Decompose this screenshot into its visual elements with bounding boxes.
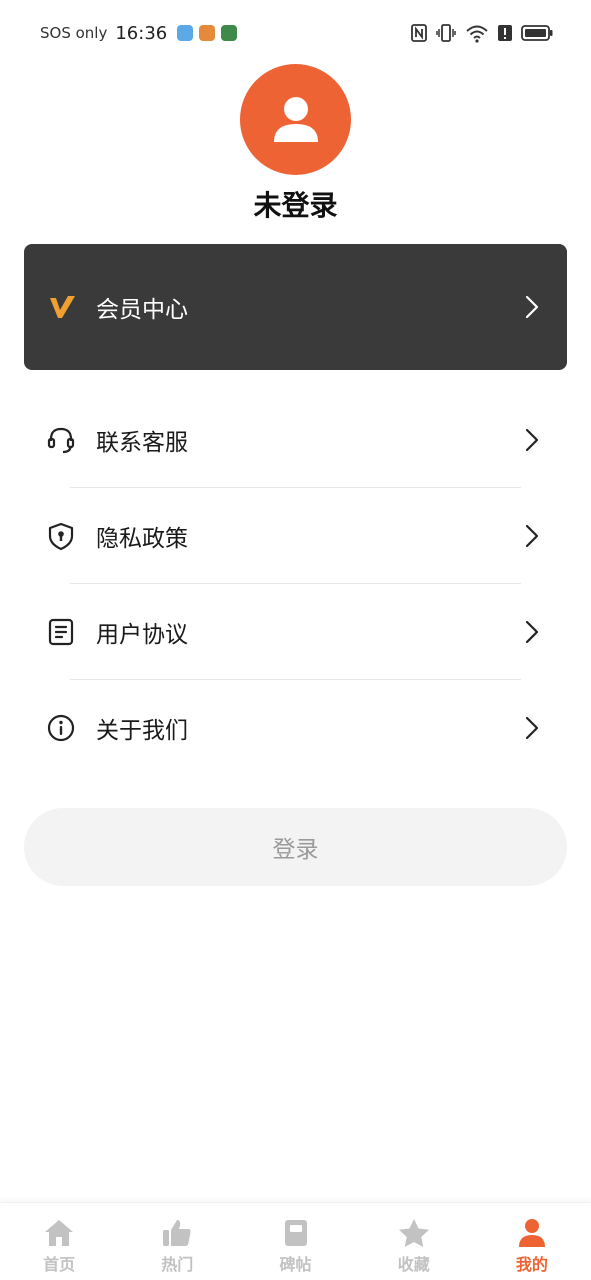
menu-item-customer-service[interactable]: 联系客服 — [0, 392, 591, 488]
login-status[interactable]: 未登录 — [0, 184, 591, 224]
nav-item-mine[interactable]: 我的 — [473, 1203, 591, 1280]
network-status: SOS only — [40, 24, 108, 42]
nav-label: 首页 — [43, 1255, 76, 1274]
person-icon — [515, 1217, 549, 1249]
home-icon — [42, 1217, 76, 1249]
status-time: 16:36 — [115, 22, 168, 44]
battery-icon — [521, 25, 553, 41]
menu-item-label: 用户协议 — [96, 622, 188, 648]
settings-menu: 联系客服 隐私政策 用户协议 关于我们 — [0, 392, 591, 776]
star-icon — [397, 1217, 431, 1249]
bottom-nav: 首页 热门 碑帖 收藏 我的 — [0, 1202, 591, 1280]
info-icon — [46, 713, 76, 743]
status-right — [411, 23, 553, 43]
user-icon — [273, 96, 318, 142]
nav-label: 碑帖 — [279, 1255, 312, 1274]
weather-app-icon — [177, 25, 194, 41]
thumbs-up-icon — [160, 1217, 194, 1249]
menu-item-label: 关于我们 — [96, 718, 188, 744]
wifi-icon — [466, 25, 488, 43]
headset-icon — [46, 425, 76, 455]
nav-item-popular[interactable]: 热门 — [118, 1203, 236, 1280]
menu-item-privacy-policy[interactable]: 隐私政策 — [0, 488, 591, 584]
chevron-right-icon — [525, 428, 539, 452]
chevron-right-icon — [525, 716, 539, 740]
nav-label: 收藏 — [397, 1255, 430, 1274]
nav-label: 热门 — [161, 1255, 194, 1274]
vibrate-icon — [436, 24, 456, 42]
chevron-right-icon — [525, 295, 539, 319]
chevron-right-icon — [525, 620, 539, 644]
member-center-label: 会员中心 — [96, 297, 188, 323]
nav-label: 我的 — [515, 1255, 548, 1274]
login-button[interactable]: 登录 — [24, 808, 567, 886]
menu-item-about-us[interactable]: 关于我们 — [0, 680, 591, 776]
avatar[interactable] — [240, 64, 351, 175]
fitness-app-icon — [221, 25, 238, 41]
document-icon — [46, 617, 76, 647]
alert-icon — [498, 25, 512, 41]
nav-item-rubbings[interactable]: 碑帖 — [236, 1203, 354, 1280]
news-app-icon — [199, 25, 216, 41]
nav-item-home[interactable]: 首页 — [0, 1203, 118, 1280]
chevron-right-icon — [525, 524, 539, 548]
nav-item-favorites[interactable]: 收藏 — [355, 1203, 473, 1280]
nfc-icon — [411, 24, 427, 42]
status-left: SOS only 16:36 — [40, 22, 238, 44]
book-icon — [279, 1217, 313, 1249]
status-bar: SOS only 16:36 — [0, 0, 591, 66]
shield-lock-icon — [46, 521, 76, 551]
menu-item-user-agreement[interactable]: 用户协议 — [0, 584, 591, 680]
member-center-card[interactable]: 会员中心 — [24, 244, 567, 370]
menu-item-label: 联系客服 — [96, 430, 188, 456]
menu-item-label: 隐私政策 — [96, 526, 188, 552]
vip-logo-icon — [50, 296, 75, 318]
